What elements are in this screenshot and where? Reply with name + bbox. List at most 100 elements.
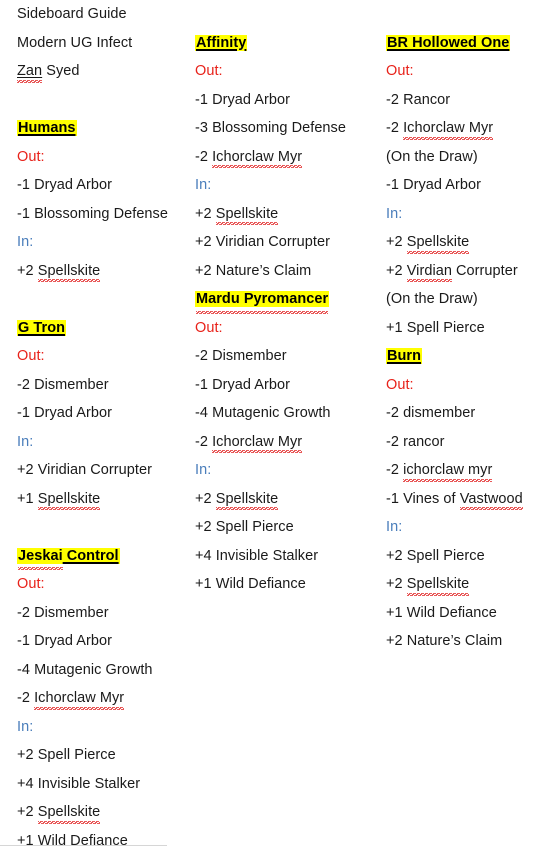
card-name: Spellskite: [38, 257, 101, 286]
document-page: Sideboard Guide Modern UG Infect Zan Sye…: [0, 0, 533, 848]
card-qty: -2: [386, 120, 403, 136]
card-entry: +2 Spell Pierce: [386, 542, 533, 571]
card-entry: -2 Ichorclaw Myr: [386, 114, 533, 143]
card-entry: -2 Ichorclaw Myr: [17, 684, 189, 713]
author-first-name: Zan: [17, 57, 42, 86]
card-entry: +2 Spellskite: [17, 798, 189, 827]
page-bottom-rule: [0, 845, 167, 846]
card-entry: -1 Dryad Arbor: [17, 627, 189, 656]
card-entry: +4 Invisible Stalker: [17, 770, 189, 799]
card-entry: +1 Wild Defiance: [386, 599, 533, 628]
matchup-heading-jeskai-control: Jeskai Control: [17, 542, 189, 571]
card-name: Spellskite: [38, 798, 101, 827]
matchup-heading-burn: Burn: [386, 342, 533, 371]
matchup-heading-humans: Humans: [17, 114, 189, 143]
matchup-heading-br-hollowed-one: BR Hollowed One: [386, 29, 533, 58]
out-label: Out:: [386, 57, 533, 86]
card-name: Ichorclaw Myr: [34, 684, 124, 713]
card-qty: +2: [17, 804, 38, 820]
card-qty: +1: [17, 491, 38, 507]
card-note: (On the Draw): [386, 143, 533, 172]
card-entry: +2 Spellskite: [386, 570, 533, 599]
document-title: Sideboard Guide: [17, 0, 189, 29]
deck-name: Affinity: [195, 35, 247, 51]
card-name: Spellskite: [216, 485, 279, 514]
card-name: Spellskite: [38, 485, 101, 514]
column-middle: Affinity Out: -1 Dryad Arbor -3 Blossomi…: [195, 0, 380, 599]
author-last-name-wrap: Syed: [42, 63, 79, 79]
blank-line: [386, 0, 533, 29]
card-entry: -2 ichorclaw myr: [386, 456, 533, 485]
card-name: Ichorclaw Myr: [403, 114, 493, 143]
in-label: In:: [195, 171, 380, 200]
column-left: Sideboard Guide Modern UG Infect Zan Sye…: [17, 0, 189, 855]
card-qty: +2: [386, 576, 407, 592]
out-label: Out:: [17, 570, 189, 599]
in-label: In:: [17, 428, 189, 457]
matchup-heading-g-tron: G Tron: [17, 314, 189, 343]
card-entry: +2 Spellskite: [17, 257, 189, 286]
blank-line: [17, 513, 189, 542]
card-entry: +2 Nature’s Claim: [195, 257, 380, 286]
card-entry: -2 Ichorclaw Myr: [195, 428, 380, 457]
card-qty: +2: [17, 263, 38, 279]
card-qty: -1 Vines of: [386, 491, 460, 507]
document-subtitle: Modern UG Infect: [17, 29, 189, 58]
out-label: Out:: [386, 371, 533, 400]
deck-name: Burn: [386, 348, 422, 364]
card-name: ichorclaw myr: [403, 456, 492, 485]
matchup-heading-affinity: Affinity: [195, 29, 380, 58]
matchup-heading-mardu-pyromancer: Mardu Pyromancer: [195, 285, 380, 314]
blank-line: [17, 86, 189, 115]
card-entry: -1 Dryad Arbor: [195, 371, 380, 400]
card-qty: +2: [386, 263, 407, 279]
deck-name: BR Hollowed One: [386, 35, 510, 51]
card-name: Ichorclaw Myr: [212, 428, 302, 457]
card-entry: -2 Dismember: [17, 599, 189, 628]
card-entry: +2 Spell Pierce: [195, 513, 380, 542]
card-entry: -2 Rancor: [386, 86, 533, 115]
in-label: In:: [195, 456, 380, 485]
deck-name: Mardu Pyromancer: [195, 291, 329, 307]
blank-line: [17, 285, 189, 314]
card-entry: +2 Viridian Corrupter: [17, 456, 189, 485]
card-entry: +1 Spell Pierce: [386, 314, 533, 343]
card-qty: -2: [195, 149, 212, 165]
in-label: In:: [386, 513, 533, 542]
card-entry: -1 Dryad Arbor: [17, 171, 189, 200]
card-entry: +1 Wild Defiance: [17, 827, 189, 855]
card-entry: +2 Spell Pierce: [17, 741, 189, 770]
card-entry: +2 Nature’s Claim: [386, 627, 533, 656]
deck-name: Jeskai Control: [17, 548, 120, 564]
out-label: Out:: [195, 57, 380, 86]
deck-name-misspelled-word: Jeskai: [18, 542, 63, 571]
card-entry: -2 dismember: [386, 399, 533, 428]
in-label: In:: [386, 200, 533, 229]
card-qty: +2: [386, 234, 407, 250]
card-name: Spellskite: [407, 228, 470, 257]
card-qty: +2: [195, 206, 216, 222]
card-entry: -2 rancor: [386, 428, 533, 457]
card-entry: -3 Blossoming Defense: [195, 114, 380, 143]
in-label: In:: [17, 713, 189, 742]
card-entry: +2 Spellskite: [195, 485, 380, 514]
card-entry: +1 Wild Defiance: [195, 570, 380, 599]
card-entry: +2 Spellskite: [386, 228, 533, 257]
card-name: Vastwood: [460, 485, 523, 514]
card-entry: -1 Dryad Arbor: [195, 86, 380, 115]
card-qty: -2: [386, 462, 403, 478]
card-entry: -1 Dryad Arbor: [17, 399, 189, 428]
author-last-name: Syed: [46, 63, 79, 79]
card-entry: +2 Spellskite: [195, 200, 380, 229]
card-name: Spellskite: [216, 200, 279, 229]
in-label: In:: [17, 228, 189, 257]
deck-name: G Tron: [17, 320, 66, 336]
card-entry: -4 Mutagenic Growth: [195, 399, 380, 428]
card-note: (On the Draw): [386, 285, 533, 314]
card-entry: -1 Blossoming Defense: [17, 200, 189, 229]
document-author: Zan Syed: [17, 57, 189, 86]
card-entry: -1 Vines of Vastwood: [386, 485, 533, 514]
card-entry: +1 Spellskite: [17, 485, 189, 514]
card-entry: -4 Mutagenic Growth: [17, 656, 189, 685]
card-entry: -2 Ichorclaw Myr: [195, 143, 380, 172]
